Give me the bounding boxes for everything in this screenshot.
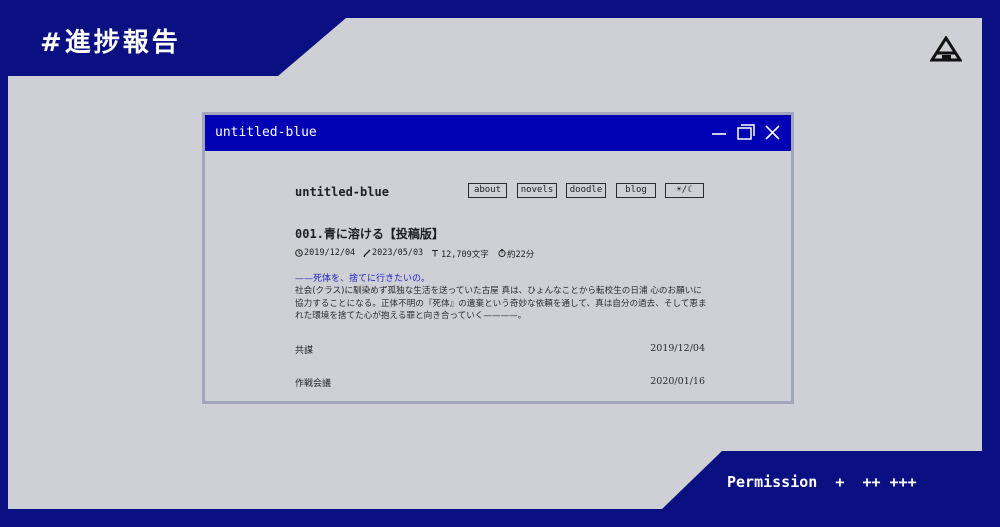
clock-icon bbox=[295, 249, 303, 257]
nav-about[interactable]: about bbox=[468, 183, 507, 198]
app-window: untitled-blue untitled-blue about novels… bbox=[202, 112, 794, 404]
text-icon bbox=[432, 250, 438, 257]
updated-date: 2023/05/03 bbox=[372, 248, 424, 258]
nav-novels[interactable]: novels bbox=[517, 183, 557, 198]
published-date: 2019/12/04 bbox=[304, 248, 356, 258]
pencil-icon bbox=[363, 249, 371, 257]
site-name[interactable]: untitled-blue bbox=[295, 185, 389, 199]
timer-icon bbox=[498, 249, 506, 257]
entry-title[interactable]: 作戦会議 bbox=[295, 376, 331, 389]
minimize-icon[interactable] bbox=[709, 115, 729, 151]
progress-report-tag: #進捗報告 bbox=[40, 28, 181, 58]
triangle-a-logo-icon bbox=[930, 36, 962, 62]
permission-label: Permission + ++ +++ bbox=[727, 473, 917, 491]
post-title[interactable]: 001.青に溶ける【投稿版】 bbox=[295, 225, 444, 242]
window-titlebar: untitled-blue bbox=[205, 115, 791, 151]
read-time: 約22分 bbox=[507, 250, 535, 260]
maximize-icon[interactable] bbox=[735, 115, 757, 151]
nav-doodle[interactable]: doodle bbox=[566, 183, 606, 198]
close-icon[interactable] bbox=[763, 115, 783, 151]
theme-toggle[interactable]: ☀/☾ bbox=[665, 183, 704, 198]
post-tagline: ——死体を、捨てに行きたいの。 bbox=[295, 274, 431, 284]
char-count: 12,709文字 bbox=[441, 250, 489, 260]
entry-title[interactable]: 共謀 bbox=[295, 343, 313, 356]
nav-blog[interactable]: blog bbox=[616, 183, 656, 198]
window-content: untitled-blue about novels doodle blog ☀… bbox=[205, 151, 791, 401]
entry-date: 2019/12/04 bbox=[650, 343, 705, 354]
entry-date: 2020/01/16 bbox=[650, 376, 705, 387]
window-title: untitled-blue bbox=[215, 125, 317, 140]
post-description: 社会(クラス)に馴染めず孤独な生活を送っていた古屋 真は、ひょんなことから転校生… bbox=[295, 286, 707, 321]
